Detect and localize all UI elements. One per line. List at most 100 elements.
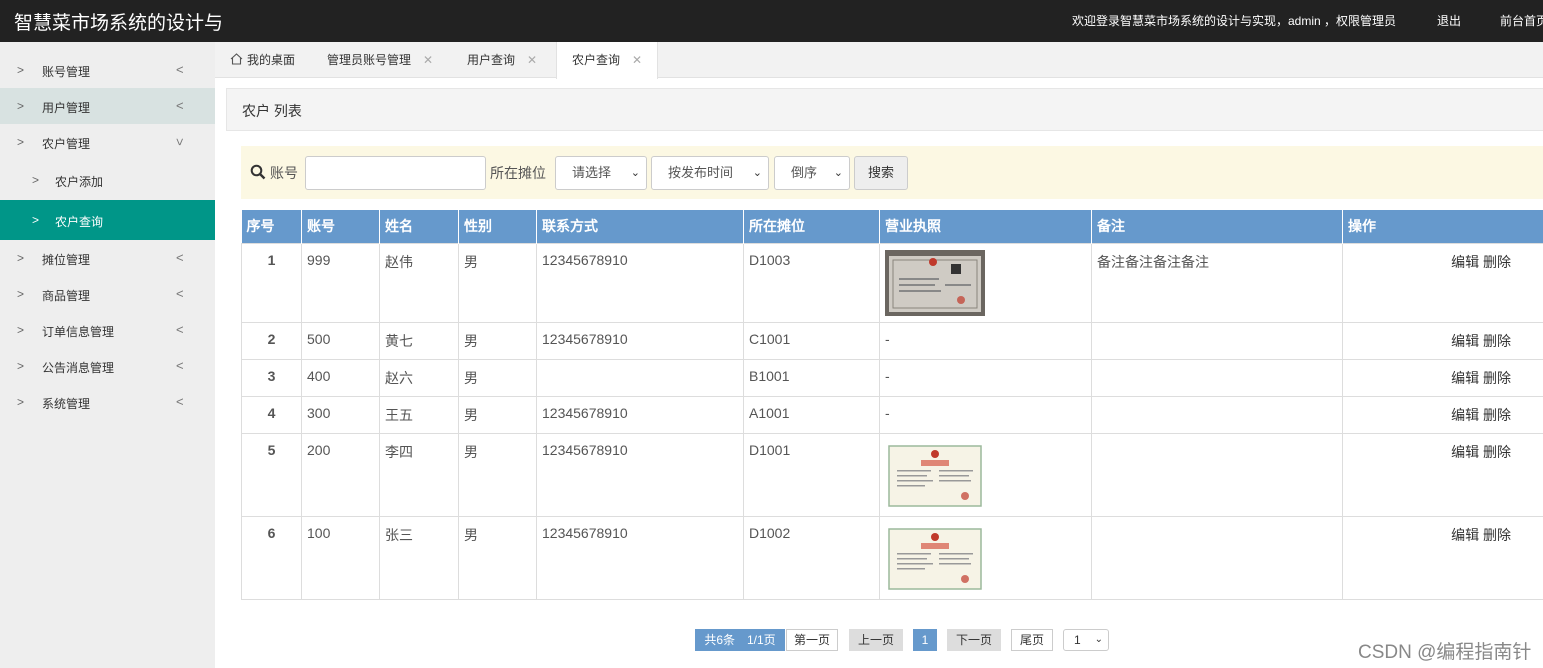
sidebar-item-system[interactable]: > 系统管理 < <box>0 384 215 420</box>
license-certificate-image[interactable] <box>885 439 985 510</box>
tab-desktop[interactable]: 我的桌面 <box>230 42 295 78</box>
stall-cell: D1002 <box>743 515 880 600</box>
remark-cell <box>1091 515 1343 600</box>
tab-farmer-query[interactable]: 农户查询 ✕ <box>556 42 659 79</box>
delete-link[interactable]: 删除 <box>1483 527 1511 543</box>
sidebar-item-farmers[interactable]: > 农户管理 < <box>0 124 215 160</box>
next-page-button[interactable]: 下一页 <box>947 629 1001 651</box>
sidebar-item-label: 农户添加 <box>55 175 104 189</box>
sidebar-item-label: 系统管理 <box>42 397 91 411</box>
remark-cell <box>1091 358 1343 397</box>
stall-cell: D1001 <box>743 432 880 517</box>
delete-link[interactable]: 删除 <box>1483 254 1511 270</box>
stall-cell: B1001 <box>743 358 880 397</box>
sidebar-item-label: 农户管理 <box>42 137 91 151</box>
tab-bar: 我的桌面 管理员账号管理 ✕ 用户查询 ✕ 农户查询 ✕ <box>215 42 1543 79</box>
row-number: 3 <box>241 358 302 397</box>
sidebar-item-label: 摊位管理 <box>42 253 91 267</box>
license-cell <box>879 432 1092 517</box>
operations-cell: 编辑 删除 <box>1342 515 1543 600</box>
sort-field-select[interactable]: 按发布时间 ⌄ <box>651 156 769 190</box>
account-cell: 100 <box>301 515 380 600</box>
license-photo-image[interactable] <box>885 249 985 316</box>
sidebar: > 账号管理 < > 用户管理 < > 农户管理 < > 农户添加 > 农户查询… <box>0 42 215 668</box>
tab-label: 管理员账号管理 <box>327 53 412 67</box>
table-row: 3 400 赵六 男 B1001 - 编辑 删除 <box>241 358 1543 397</box>
sidebar-item-farmer-query[interactable]: > 农户查询 <box>0 200 215 240</box>
last-page-button[interactable]: 尾页 <box>1011 629 1053 651</box>
license-cell: - <box>879 358 1092 397</box>
tab-admin-accounts[interactable]: 管理员账号管理 ✕ <box>327 42 433 78</box>
column-header: 姓名 <box>379 210 459 243</box>
tab-user-query[interactable]: 用户查询 ✕ <box>467 42 537 78</box>
first-page-button[interactable]: 第一页 <box>786 629 838 651</box>
column-header: 联系方式 <box>536 210 744 243</box>
license-certificate-image[interactable] <box>885 522 985 593</box>
chevron-down-icon: ⌄ <box>1094 634 1103 645</box>
stall-cell: D1003 <box>743 242 880 323</box>
name-cell: 黄七 <box>379 321 459 360</box>
sidebar-item-label: 订单信息管理 <box>42 325 115 339</box>
close-icon[interactable]: ✕ <box>632 53 642 67</box>
sort-field-value: 按发布时间 <box>668 165 734 180</box>
sort-order-select[interactable]: 倒序 ⌄ <box>774 156 850 190</box>
edit-link[interactable]: 编辑 <box>1451 370 1479 386</box>
prev-page-button[interactable]: 上一页 <box>849 629 903 651</box>
chevron-down-icon: ⌄ <box>833 167 843 179</box>
name-cell: 张三 <box>379 515 459 600</box>
sidebar-item-label: 账号管理 <box>42 65 91 79</box>
front-page-link[interactable]: 前台首页 <box>1500 12 1543 29</box>
account-input[interactable] <box>305 156 486 190</box>
pagination-info: 共6条 1/1页 <box>695 629 785 651</box>
logout-link[interactable]: 退出 <box>1437 12 1461 29</box>
sidebar-item-farmer-add[interactable]: > 农户添加 <box>0 160 215 200</box>
column-header: 营业执照 <box>879 210 1092 243</box>
sidebar-item-orders[interactable]: > 订单信息管理 < <box>0 312 215 348</box>
sidebar-item-products[interactable]: > 商品管理 < <box>0 276 215 312</box>
page-select[interactable]: 1 ⌄ <box>1063 629 1109 651</box>
search-bar: 账号 所在摊位 请选择 ⌄ 按发布时间 ⌄ 倒序 ⌄ 搜索 <box>241 146 1543 199</box>
table-row: 6 100 张三 男 12345678910 D1002 编辑 删除 <box>241 515 1543 600</box>
account-cell: 500 <box>301 321 380 360</box>
sidebar-item-notices[interactable]: > 公告消息管理 < <box>0 348 215 384</box>
name-cell: 王五 <box>379 395 459 434</box>
edit-link[interactable]: 编辑 <box>1451 407 1479 423</box>
watermark: CSDN @编程指南针 <box>1358 642 1532 663</box>
sidebar-item-stalls[interactable]: > 摊位管理 < <box>0 240 215 276</box>
sidebar-item-users[interactable]: > 用户管理 < <box>0 88 215 124</box>
stall-label: 所在摊位 <box>490 165 546 181</box>
farmer-table: 序号 账号 姓名 性别 联系方式 所在摊位 营业执照 备注 操作 1 999 赵… <box>241 210 1543 600</box>
page-select-value: 1 <box>1074 633 1081 647</box>
close-icon[interactable]: ✕ <box>527 53 537 67</box>
close-icon[interactable]: ✕ <box>423 53 433 67</box>
remark-cell <box>1091 395 1343 434</box>
remark-cell <box>1091 321 1343 360</box>
sidebar-item-label: 公告消息管理 <box>42 361 115 375</box>
sidebar-item-account[interactable]: > 账号管理 < <box>0 52 215 88</box>
chevron-right-icon: > <box>17 99 25 113</box>
phone-cell: 12345678910 <box>536 242 744 323</box>
name-cell: 赵六 <box>379 358 459 397</box>
delete-link[interactable]: 删除 <box>1483 407 1511 423</box>
license-cell <box>879 242 1092 323</box>
gender-cell: 男 <box>458 242 537 323</box>
license-cell: - <box>879 395 1092 434</box>
delete-link[interactable]: 删除 <box>1483 333 1511 349</box>
stall-select[interactable]: 请选择 ⌄ <box>555 156 647 190</box>
tab-label: 我的桌面 <box>247 53 296 67</box>
row-number: 4 <box>241 395 302 434</box>
column-header: 序号 <box>241 210 302 243</box>
edit-link[interactable]: 编辑 <box>1451 333 1479 349</box>
current-page-button[interactable]: 1 <box>913 629 937 651</box>
edit-link[interactable]: 编辑 <box>1451 444 1479 460</box>
chevron-right-icon: > <box>17 63 25 77</box>
remark-cell: 备注备注备注备注 <box>1091 242 1343 323</box>
edit-link[interactable]: 编辑 <box>1451 254 1479 270</box>
delete-link[interactable]: 删除 <box>1483 444 1511 460</box>
chevron-right-icon: > <box>17 135 25 149</box>
delete-link[interactable]: 删除 <box>1483 370 1511 386</box>
search-button[interactable]: 搜索 <box>854 156 908 190</box>
remark-cell <box>1091 432 1343 517</box>
edit-link[interactable]: 编辑 <box>1451 527 1479 543</box>
operations-cell: 编辑 删除 <box>1342 432 1543 517</box>
